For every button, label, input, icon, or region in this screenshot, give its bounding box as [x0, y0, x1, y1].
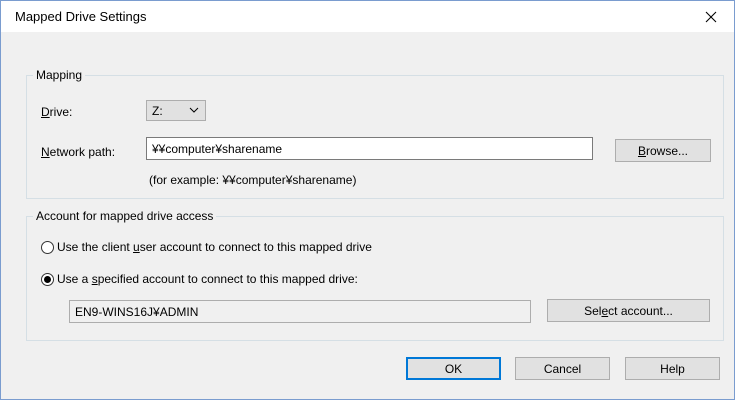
radio-client-account[interactable]: Use the client user account to connect t…: [41, 240, 372, 254]
ok-button[interactable]: OK: [406, 357, 501, 380]
drive-label: Drive:: [41, 105, 73, 119]
title-bar: Mapped Drive Settings: [1, 1, 734, 32]
mapping-group-legend: Mapping: [36, 68, 83, 82]
account-group-legend: Account for mapped drive access: [36, 209, 214, 223]
close-button[interactable]: [688, 1, 734, 32]
account-input[interactable]: EN9-WINS16J¥ADMIN: [69, 300, 531, 323]
radio-client-account-circle[interactable]: [41, 240, 54, 254]
close-icon: [705, 11, 717, 22]
network-path-input[interactable]: ¥¥computer¥sharename: [146, 137, 593, 160]
network-path-value: ¥¥computer¥sharename: [152, 142, 283, 156]
select-account-button[interactable]: Sel e ct account...: [547, 299, 710, 322]
example-hint: (for example: ¥¥computer¥sharename): [149, 173, 357, 187]
account-value: EN9-WINS16J¥ADMIN: [75, 305, 199, 319]
drive-select-value: Z:: [152, 104, 163, 118]
cancel-button[interactable]: Cancel: [515, 357, 610, 380]
radio-specified-account-label: Use a specified account to connect to th…: [57, 272, 358, 286]
radio-client-account-label: Use the client user account to connect t…: [57, 240, 372, 254]
window-title: Mapped Drive Settings: [15, 9, 147, 24]
network-path-label: Network path:: [41, 145, 116, 159]
radio-specified-account[interactable]: Use a specified account to connect to th…: [41, 272, 358, 286]
mapped-drive-settings-dialog: Mapped Drive Settings Mapping Drive: Z: …: [0, 0, 735, 400]
browse-button[interactable]: Browse...: [615, 139, 711, 162]
drive-select[interactable]: Z:: [146, 100, 206, 121]
radio-specified-account-circle[interactable]: [41, 272, 54, 286]
chevron-down-icon: [189, 107, 199, 113]
mapping-group: Mapping: [26, 68, 724, 199]
help-button[interactable]: Help: [625, 357, 720, 380]
